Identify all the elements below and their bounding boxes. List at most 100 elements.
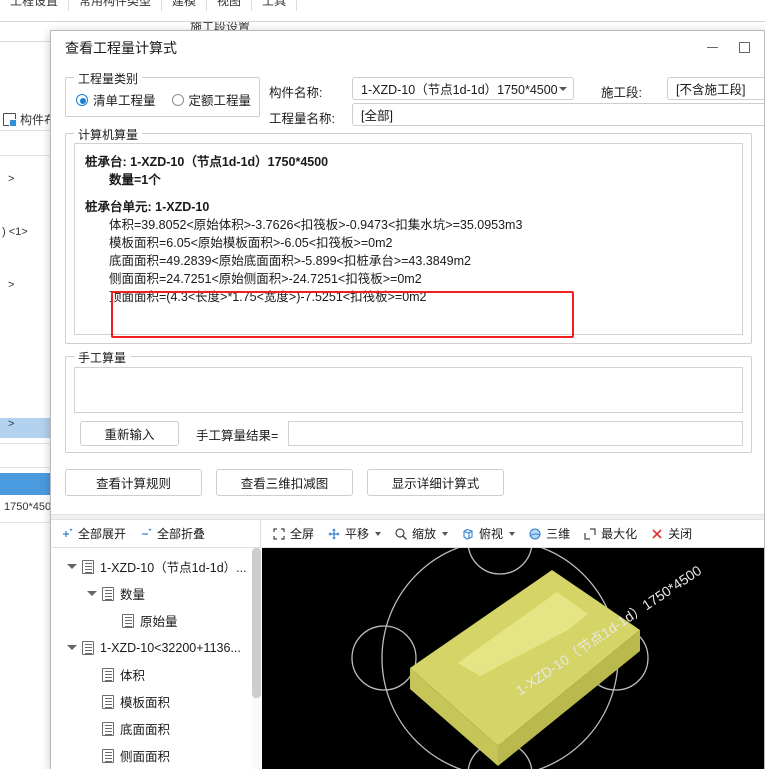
background-tab-list: 工程设置 常用构件类型 建模 视图 工具 [0,0,298,11]
expand-all-button[interactable]: 全部展开 [61,525,126,542]
radio-unselected-icon [171,93,184,106]
quantity-name-field[interactable]: [全部] [352,103,764,126]
quantity-category-group: 工程量类别 清单工程量 定额工程量 [65,70,260,117]
close-icon [652,528,662,539]
redo-input-button[interactable]: 重新输入 [80,421,179,446]
pan-button[interactable]: 平移 [327,525,382,542]
tree-item[interactable]: 1-XZD-10（节点1d-1d）... [51,553,260,580]
maximize-button[interactable] [730,36,758,60]
minimize-button[interactable] [698,36,726,60]
calculation-result-box[interactable]: 桩承台: 1-XZD-10（节点1d-1d）1750*4500 数量=1个 桩承… [74,143,743,335]
tree-item[interactable]: 底面面积 [51,715,260,742]
dialog-title: 查看工程量计算式 [65,39,177,56]
background-tab[interactable]: 工程设置 [0,0,70,11]
show-detail-formula-button[interactable]: 显示详细计算式 [367,469,504,496]
background-tab[interactable]: 常用构件类型 [69,0,163,11]
quantity-formula-dialog: 查看工程量计算式 工程量类别 清单工程量 定额工程量 构件名称: 1-XZD-1… [50,30,765,769]
radio-norm-quantity[interactable]: 定额工程量 [171,90,252,109]
top-view-button[interactable]: 俯视 [461,525,516,542]
chevron-down-icon[interactable] [509,531,516,536]
document-icon [102,586,114,601]
document-icon [122,613,134,628]
orbit-handle-top [467,548,533,575]
dialog-title-bar: 查看工程量计算式 [51,31,764,64]
chevron-down-icon[interactable] [67,645,77,650]
construction-segment-field[interactable]: [不含施工段] [667,77,764,100]
view-toolbar: 全屏 平移 缩放 俯视 三维 最大化 关闭 [262,520,764,547]
collapse-all-button[interactable]: 全部折叠 [140,525,205,542]
chevron-down-icon[interactable] [375,531,382,536]
background-tab[interactable]: 建模 [162,0,208,11]
three-d-icon [529,527,541,540]
radio-norm-quantity-label: 定额工程量 [188,94,252,108]
tree-item-label: 1-XZD-10<32200+1136... [100,640,241,655]
calc-line: 桩承台: 1-XZD-10（节点1d-1d）1750*4500 [85,155,329,169]
collapse-all-label: 全部折叠 [157,527,206,541]
tree-item[interactable]: 模板面积 [51,688,260,715]
chevron-down-icon[interactable] [67,564,77,569]
tree-item-label: 1-XZD-10（节点1d-1d）... [100,561,247,575]
quantity-name-label: 工程量名称: [269,112,335,126]
tree-scrollbar-thumb[interactable] [252,548,261,698]
maximize-icon [738,42,750,53]
tree-item[interactable]: 数量 [51,580,260,607]
construction-segment-value: [不含施工段] [676,83,746,97]
tree-item[interactable]: 1-XZD-10<32200+1136... [51,634,260,661]
radio-list-quantity-label: 清单工程量 [93,94,156,108]
three-d-button[interactable]: 三维 [528,525,570,542]
view-3d-deduction-button[interactable]: 查看三维扣减图 [216,469,353,496]
tree-toolbar: 全部展开 全部折叠 [51,520,261,547]
close-view-label: 关闭 [668,527,693,541]
document-icon [102,667,114,682]
view-calc-rules-button[interactable]: 查看计算规则 [65,469,202,496]
tree-scrollbar[interactable] [252,548,261,769]
tree-item-label: 原始量 [140,615,178,629]
fullscreen-button[interactable]: 全屏 [272,525,314,542]
tree-item-label: 侧面面积 [120,750,171,764]
minimize-icon [706,47,718,48]
chevron-down-icon[interactable] [442,531,449,536]
zoom-label: 缩放 [412,527,437,541]
top-view-label: 俯视 [479,527,504,541]
radio-selected-icon [76,93,88,106]
manual-calculation-group: 手工算量 重新输入 手工算量结果= [65,349,752,453]
construction-segment-label: 施工段: [601,86,642,100]
close-view-button[interactable]: 关闭 [650,525,692,542]
quantity-tree[interactable]: 1-XZD-10（节点1d-1d）... 数量 原始量 1-XZD-10<322… [51,548,261,769]
pile-cap-top-face [410,570,640,746]
three-d-model: 1-XZD-10（节点1d-1d）1750*4500 [351,548,704,769]
maximize-view-label: 最大化 [601,527,638,541]
calc-line-highlighted: 侧面面积=24.7251<原始侧面积>-24.7251<扣筏板>=0m2 [109,272,422,286]
maximize-icon [584,527,596,540]
tree-item[interactable]: 体积 [51,661,260,688]
tree-item-label: 体积 [120,669,146,683]
quantity-name-value: [全部] [361,109,393,123]
calc-line-highlighted: 底面面积=49.2839<原始底面面积>-5.899<扣桩承台>=43.3849… [109,254,471,268]
radio-list-quantity[interactable]: 清单工程量 [76,90,156,109]
viewer-toolbar: 全部展开 全部折叠 全屏 平移 缩放 俯视 三维 最大化 关闭 [51,520,764,548]
chevron-down-icon[interactable] [87,591,97,596]
tree-item[interactable]: 原始量 [51,607,260,634]
three-d-label: 三维 [546,527,571,541]
three-d-canvas[interactable]: 1-XZD-10（节点1d-1d）1750*4500 [262,548,764,769]
dialog-action-bar: 查看计算规则 查看三维扣减图 显示详细计算式 [51,469,764,509]
background-tab[interactable]: 视图 [207,0,253,11]
pan-icon [328,528,340,539]
manual-formula-input[interactable] [74,367,743,413]
component-store-icon [3,113,17,127]
calc-line: 顶面面积=(4.3<长度>*1.75<宽度>)-7.5251<扣筏板>=0m2 [109,290,427,304]
top-view-icon [463,528,473,540]
calc-line: 数量=1个 [109,173,161,187]
manual-result-input[interactable] [288,421,743,446]
component-name-select[interactable]: 1-XZD-10（节点1d-1d）1750*4500 [352,77,574,100]
document-icon [82,640,94,655]
zoom-button[interactable]: 缩放 [394,525,449,542]
background-toolbar: 工程设置 常用构件类型 建模 视图 工具 [0,0,765,22]
calc-line: 体积=39.8052<原始体积>-3.7626<扣筏板>-0.9473<扣集水坑… [109,218,523,232]
background-tab[interactable]: 工具 [252,0,298,11]
tree-item-label: 底面面积 [120,723,171,737]
tree-item[interactable]: 侧面面积 [51,742,260,769]
document-icon [102,748,114,763]
maximize-view-button[interactable]: 最大化 [583,525,637,542]
manual-result-label: 手工算量结果= [196,429,279,443]
